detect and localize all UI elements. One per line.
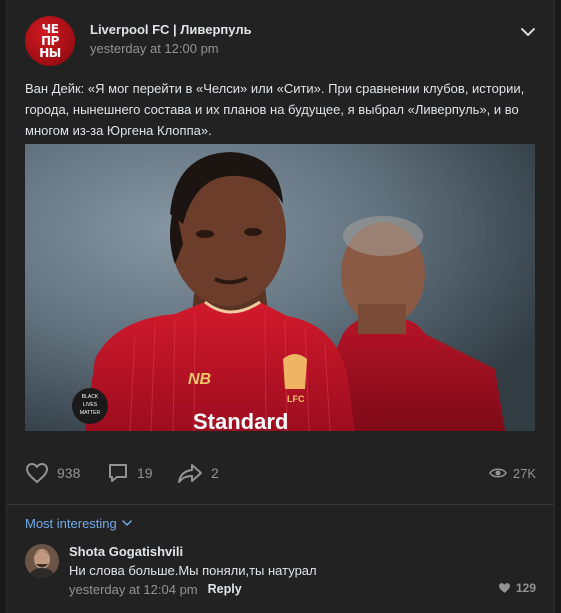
- share-count: 2: [211, 465, 219, 481]
- post-actions: 938 19 2 27K: [7, 458, 554, 498]
- post-card: ЧЕ ПР НЫ Liverpool FC | Ливерпуль yester…: [6, 0, 555, 613]
- post-text: Ван Дейк: «Я мог перейти в «Челси» или «…: [25, 81, 525, 138]
- views-counter: 27K: [488, 458, 536, 488]
- comment-sort-dropdown[interactable]: Most interesting: [25, 516, 132, 531]
- avatar-logo-line: НЫ: [39, 46, 61, 60]
- post-timestamp[interactable]: yesterday at 12:00 pm: [90, 41, 219, 56]
- shirt-sponsor-text: Standard: [193, 409, 288, 431]
- like-count: 938: [57, 465, 81, 481]
- divider: [7, 504, 554, 505]
- comment-button[interactable]: 19: [107, 458, 153, 488]
- crest-text: LFC: [287, 394, 305, 404]
- reply-button[interactable]: Reply: [208, 582, 242, 597]
- like-button[interactable]: 938: [25, 458, 80, 488]
- chevron-down-icon[interactable]: [520, 26, 536, 38]
- avatar[interactable]: [25, 544, 59, 578]
- share-icon: [178, 464, 202, 483]
- comment-count: 19: [137, 465, 153, 481]
- comment-author-link[interactable]: Shota Gogatishvili: [69, 544, 183, 559]
- heart-icon: [499, 583, 510, 593]
- avatar-image: [25, 544, 59, 578]
- chevron-down-icon: [122, 520, 132, 527]
- group-name-link[interactable]: Liverpool FC | Ливерпуль: [90, 22, 252, 37]
- comment-meta: yesterday at 12:04 pm Reply: [69, 582, 242, 597]
- comment-like-button[interactable]: 129: [498, 581, 536, 595]
- heart-icon: [26, 463, 48, 483]
- share-button[interactable]: 2: [177, 458, 219, 488]
- badge-text-line: BLACK: [82, 394, 99, 400]
- comment-timestamp[interactable]: yesterday at 12:04 pm: [69, 582, 198, 597]
- view-count: 27K: [512, 465, 536, 481]
- comment-like-count: 129: [515, 581, 536, 595]
- post-photo[interactable]: NB LFC Standard BLACK LIVES MATTER: [25, 144, 535, 431]
- svg-text:NB: NB: [188, 371, 211, 388]
- comment-sort-label: Most interesting: [25, 516, 117, 531]
- badge-text-line: MATTER: [80, 410, 101, 416]
- post-header: ЧЕ ПР НЫ Liverpool FC | Ливерпуль yester…: [7, 0, 554, 80]
- comment-icon: [109, 464, 127, 482]
- group-avatar[interactable]: ЧЕ ПР НЫ: [25, 16, 75, 66]
- photo-illustration: NB LFC Standard BLACK LIVES MATTER: [25, 144, 535, 431]
- group-avatar-logo: ЧЕ ПР НЫ: [25, 16, 75, 66]
- eye-icon: [488, 468, 507, 478]
- badge-text-line: LIVES: [83, 402, 98, 408]
- comment-text: Ни слова больше.Мы поняли,ты натурал: [69, 563, 317, 578]
